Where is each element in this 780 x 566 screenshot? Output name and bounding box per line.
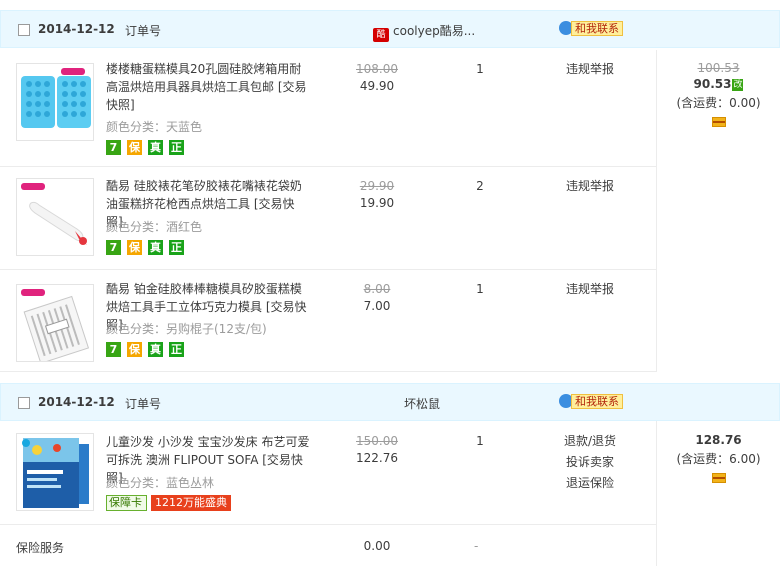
item-actions: 违规举报 [560, 279, 620, 300]
authentic-icon[interactable]: 真 [148, 140, 163, 155]
product-sku: 颜色分类：酒红色 [106, 220, 203, 234]
item-actions: 违规举报 [560, 176, 620, 197]
shop-name-link[interactable]: 酷 coolyep酷易... [373, 22, 475, 42]
order-number: 订单号 [125, 397, 162, 411]
service-badges: 7保真正 [106, 140, 190, 156]
order-2: 2014-12-12 订单号 坏松鼠 和我联系 [0, 383, 780, 421]
guarantee-icon[interactable]: 保 [127, 240, 142, 255]
unit-price: 19.90 [359, 196, 395, 210]
order-item: 酷易 硅胶裱花笔矽胶裱花嘴裱花袋奶油蛋糕挤花枪西点烘焙工具 [交易快照] 颜色分… [0, 167, 656, 270]
order-header: 2014-12-12 订单号 酷 coolyep酷易... 和我联系 [0, 10, 780, 48]
complain-seller-link[interactable]: 投诉卖家 [560, 452, 620, 473]
guarantee-icon[interactable]: 保 [127, 342, 142, 357]
insurance-row: 保险服务 0.00 - [0, 524, 656, 566]
report-violation-link[interactable]: 违规举报 [560, 279, 620, 300]
order-item: 酷易 铂金硅胶棒棒糖模具矽胶蛋糕模烘焙工具手工立体巧克力模具 [交易快照] 颜色… [0, 270, 656, 372]
credit-card-icon[interactable] [711, 473, 726, 483]
order-total: 100.53 90.53 改 (含运费：0.00) [656, 50, 780, 372]
credit-card-icon[interactable] [711, 117, 726, 127]
total-original-price: 100.53 [697, 61, 740, 75]
original-price: 150.00 [356, 434, 398, 448]
authentic-icon[interactable]: 真 [148, 342, 163, 357]
shipping-fee: (含运费：0.00) [676, 96, 761, 110]
shop-name-link[interactable]: 坏松鼠 [404, 395, 440, 412]
product-image[interactable] [16, 63, 94, 141]
quantity: 1 [476, 434, 484, 448]
contact-seller-button[interactable]: 和我联系 [559, 21, 623, 36]
original-price: 108.00 [356, 62, 398, 76]
unit-price: 7.00 [363, 299, 391, 313]
order-select-checkbox[interactable] [18, 397, 30, 409]
order-item: 儿童沙发 小沙发 宝宝沙发床 布艺可爱可拆洗 澳洲 FLIPOUT SOFA [… [0, 423, 656, 524]
unit-price: 49.90 [359, 79, 395, 93]
quantity: 1 [476, 282, 484, 296]
guarantee-icon[interactable]: 保 [127, 140, 142, 155]
unit-price: 122.76 [356, 451, 398, 465]
refund-return-link[interactable]: 退款/退货 [560, 431, 620, 452]
shop-name: coolyep酷易... [393, 24, 476, 38]
contact-seller-button[interactable]: 和我联系 [559, 394, 623, 409]
genuine-icon[interactable]: 正 [169, 140, 184, 155]
original-price: 29.90 [359, 179, 395, 193]
product-title-link[interactable]: 楼楼糖蛋糕模具20孔圆硅胶烤箱用耐高温烘焙用具器具烘焙工具包邮 [交易快照] [106, 60, 310, 114]
shop-icon: 酷 [373, 28, 389, 42]
genuine-icon[interactable]: 正 [169, 342, 184, 357]
service-badges: 7保真正 [106, 342, 190, 358]
order-header: 2014-12-12 订单号 坏松鼠 和我联系 [0, 383, 780, 421]
shipping-fee: (含运费：6.00) [676, 452, 761, 466]
product-image[interactable] [16, 178, 94, 256]
insurance-qty: - [474, 539, 479, 553]
order-date: 2014-12-12 [38, 22, 115, 36]
product-sku: 颜色分类：蓝色丛林 [106, 476, 215, 490]
product-image[interactable] [16, 284, 94, 362]
order-1: 2014-12-12 订单号 酷 coolyep酷易... 和我联系 [0, 10, 780, 48]
report-violation-link[interactable]: 违规举报 [560, 59, 620, 80]
insurance-label: 保险服务 [16, 541, 65, 555]
order-number: 订单号 [125, 24, 162, 38]
quantity: 1 [476, 62, 484, 76]
order-date: 2014-12-12 [38, 395, 115, 409]
service-badges: 7保真正 [106, 240, 190, 256]
report-violation-link[interactable]: 违规举报 [560, 176, 620, 197]
price-changed-badge: 改 [732, 79, 744, 91]
promo-badges: 保障卡 1212万能盛典 [106, 495, 231, 511]
seven-day-return-icon[interactable]: 7 [106, 342, 121, 357]
insurance-amount: 0.00 [363, 539, 391, 553]
order-select-checkbox[interactable] [18, 24, 30, 36]
return-shipping-insurance-link[interactable]: 退运保险 [560, 473, 620, 494]
total-price: 90.53 [693, 77, 732, 91]
product-sku: 颜色分类：天蓝色 [106, 120, 203, 134]
total-price: 128.76 [695, 433, 742, 447]
guarantee-card-badge[interactable]: 保障卡 [106, 495, 147, 511]
quantity: 2 [476, 179, 484, 193]
item-actions: 退款/退货 投诉卖家 退运保险 [560, 431, 620, 494]
order-total: 128.76 (含运费：6.00) [656, 421, 780, 566]
product-sku: 颜色分类：另购棍子(12支/包) [106, 322, 267, 336]
authentic-icon[interactable]: 真 [148, 240, 163, 255]
shop-name: 坏松鼠 [404, 397, 441, 411]
seven-day-return-icon[interactable]: 7 [106, 240, 121, 255]
contact-label: 和我联系 [571, 21, 623, 36]
contact-label: 和我联系 [571, 394, 623, 409]
original-price: 8.00 [363, 282, 391, 296]
genuine-icon[interactable]: 正 [169, 240, 184, 255]
product-image[interactable] [16, 433, 94, 511]
order-item: 楼楼糖蛋糕模具20孔圆硅胶烤箱用耐高温烘焙用具器具烘焙工具包邮 [交易快照] 颜… [0, 50, 656, 167]
seven-day-return-icon[interactable]: 7 [106, 140, 121, 155]
item-actions: 违规举报 [560, 59, 620, 80]
double-twelve-badge[interactable]: 1212万能盛典 [151, 495, 231, 511]
